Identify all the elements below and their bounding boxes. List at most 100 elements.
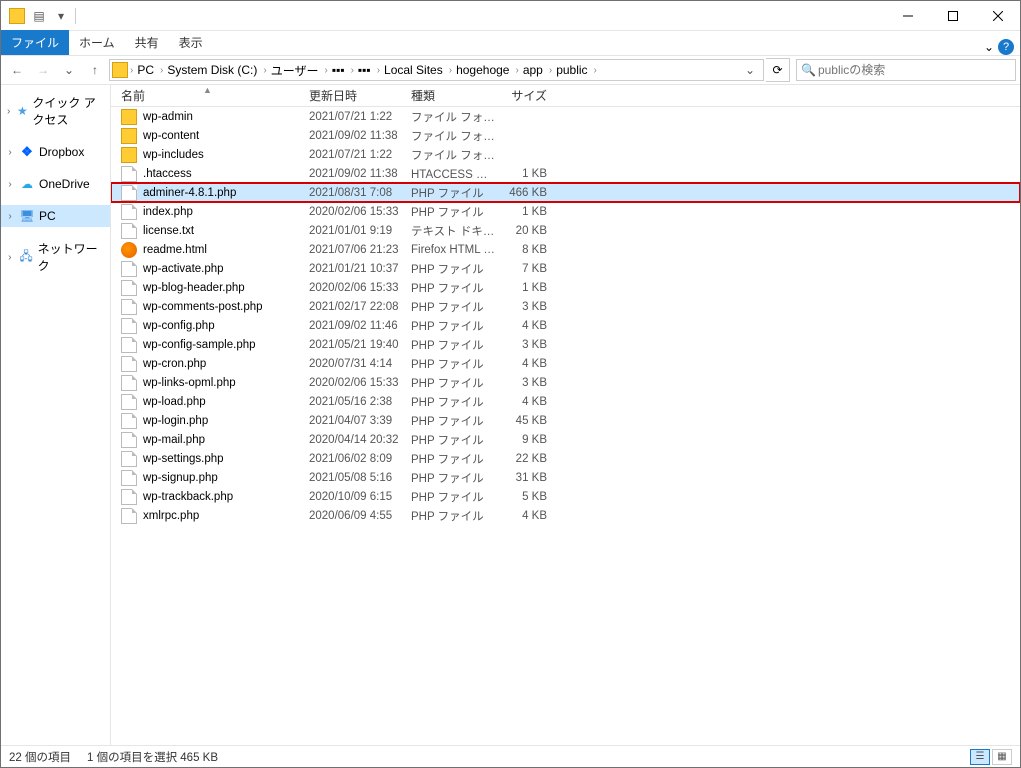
thumbnails-view-button[interactable]: ▦ — [992, 749, 1012, 765]
breadcrumb-segment[interactable]: app — [519, 63, 549, 77]
chevron-right-icon[interactable]: › — [5, 106, 12, 117]
breadcrumb[interactable]: › PC›System Disk (C:)›ユーザー›▪▪▪›▪▪▪›Local… — [109, 59, 764, 81]
tab-share[interactable]: 共有 — [125, 30, 169, 55]
titlebar[interactable]: ▤ ▾ — [1, 1, 1020, 31]
table-row[interactable]: .htaccess2021/09/02 11:38HTACCESS ファイル1 … — [111, 164, 1020, 183]
file-size: 5 KB — [497, 491, 553, 503]
file-date: 2020/02/06 15:33 — [309, 282, 411, 294]
file-type: PHP ファイル — [411, 508, 497, 524]
file-size: 45 KB — [497, 415, 553, 427]
breadcrumb-segment[interactable]: hogehoge — [452, 63, 515, 77]
table-row[interactable]: license.txt2021/01/01 9:19テキスト ドキュメント20 … — [111, 221, 1020, 240]
column-type[interactable]: 種類 — [411, 87, 497, 104]
file-name: wp-blog-header.php — [143, 282, 245, 294]
maximize-button[interactable] — [930, 1, 975, 31]
sidebar-item-dropbox[interactable]: › ❖ Dropbox — [1, 141, 110, 163]
details-view-button[interactable]: ☰ — [970, 749, 990, 765]
breadcrumb-segment[interactable]: PC — [133, 63, 160, 77]
column-size[interactable]: サイズ — [497, 87, 553, 104]
table-row[interactable]: wp-blog-header.php2020/02/06 15:33PHP ファ… — [111, 278, 1020, 297]
table-row[interactable]: wp-mail.php2020/04/14 20:32PHP ファイル9 KB — [111, 430, 1020, 449]
table-row[interactable]: adminer-4.8.1.php2021/08/31 7:08PHP ファイル… — [111, 183, 1020, 202]
statusbar: 22 個の項目 1 個の項目を選択 465 KB ☰ ▦ — [1, 745, 1020, 767]
file-icon — [121, 375, 137, 391]
sidebar-item-pc[interactable]: › 🖥 PC — [1, 205, 110, 227]
back-button[interactable]: ← — [5, 58, 29, 82]
search-box[interactable]: 🔍 — [796, 59, 1016, 81]
file-date: 2020/04/14 20:32 — [309, 434, 411, 446]
sidebar-item-label: OneDrive — [39, 177, 90, 191]
qat-properties-icon[interactable]: ▤ — [31, 8, 47, 24]
table-row[interactable]: wp-config.php2021/09/02 11:46PHP ファイル4 K… — [111, 316, 1020, 335]
table-row[interactable]: wp-links-opml.php2020/02/06 15:33PHP ファイ… — [111, 373, 1020, 392]
breadcrumb-dropdown[interactable]: ⌄ — [739, 63, 761, 77]
sidebar-item-label: クイック アクセス — [32, 94, 106, 128]
table-row[interactable]: xmlrpc.php2020/06/09 4:55PHP ファイル4 KB — [111, 506, 1020, 525]
file-type: PHP ファイル — [411, 261, 497, 277]
forward-button[interactable]: → — [31, 58, 55, 82]
search-input[interactable] — [816, 62, 1011, 78]
breadcrumb-segment[interactable]: public — [552, 63, 593, 77]
refresh-button[interactable]: ⟳ — [766, 58, 790, 82]
folder-icon — [121, 147, 137, 163]
qat-chevron-icon[interactable]: ▾ — [53, 8, 69, 24]
file-name: wp-settings.php — [143, 453, 224, 465]
file-date: 2021/05/21 19:40 — [309, 339, 411, 351]
pc-icon: 🖥 — [19, 208, 35, 224]
table-row[interactable]: wp-activate.php2021/01/21 10:37PHP ファイル7… — [111, 259, 1020, 278]
file-name: wp-content — [143, 130, 199, 142]
table-row[interactable]: wp-load.php2021/05/16 2:38PHP ファイル4 KB — [111, 392, 1020, 411]
file-name: wp-admin — [143, 111, 193, 123]
breadcrumb-segment[interactable]: ユーザー — [267, 62, 325, 79]
column-date[interactable]: 更新日時 — [309, 87, 411, 104]
minimize-button[interactable] — [885, 1, 930, 31]
table-row[interactable]: wp-signup.php2021/05/08 5:16PHP ファイル31 K… — [111, 468, 1020, 487]
chevron-right-icon[interactable]: › — [5, 252, 14, 263]
file-date: 2021/01/01 9:19 — [309, 225, 411, 237]
breadcrumb-segment[interactable]: System Disk (C:) — [163, 63, 263, 77]
help-icon[interactable]: ? — [998, 39, 1014, 55]
tab-file[interactable]: ファイル — [1, 30, 69, 55]
file-size: 1 KB — [497, 206, 553, 218]
table-row[interactable]: index.php2020/02/06 15:33PHP ファイル1 KB — [111, 202, 1020, 221]
file-type: PHP ファイル — [411, 204, 497, 220]
column-name[interactable]: 名前 — [121, 87, 309, 104]
table-row[interactable]: wp-cron.php2020/07/31 4:14PHP ファイル4 KB — [111, 354, 1020, 373]
tab-view[interactable]: 表示 — [169, 30, 213, 55]
file-name: readme.html — [143, 244, 207, 256]
file-size: 3 KB — [497, 339, 553, 351]
chevron-right-icon[interactable]: › — [594, 65, 597, 76]
table-row[interactable]: wp-admin2021/07/21 1:22ファイル フォルダー — [111, 107, 1020, 126]
table-row[interactable]: readme.html2021/07/06 21:23Firefox HTML … — [111, 240, 1020, 259]
table-row[interactable]: wp-config-sample.php2021/05/21 19:40PHP … — [111, 335, 1020, 354]
chevron-right-icon[interactable]: › — [5, 211, 15, 222]
table-row[interactable]: wp-trackback.php2020/10/09 6:15PHP ファイル5… — [111, 487, 1020, 506]
sidebar-item-network[interactable]: › 🖧 ネットワーク — [1, 237, 110, 277]
table-row[interactable]: wp-includes2021/07/21 1:22ファイル フォルダー — [111, 145, 1020, 164]
breadcrumb-segment[interactable]: ▪▪▪ — [354, 63, 377, 77]
sidebar-item-onedrive[interactable]: › ☁ OneDrive — [1, 173, 110, 195]
recent-button[interactable]: ⌄ — [57, 58, 81, 82]
table-row[interactable]: wp-login.php2021/04/07 3:39PHP ファイル45 KB — [111, 411, 1020, 430]
ribbon-expand-icon[interactable]: ⌄ — [984, 40, 994, 54]
file-date: 2021/04/07 3:39 — [309, 415, 411, 427]
sidebar-item-quick-access[interactable]: › ★ クイック アクセス — [1, 91, 110, 131]
file-date: 2021/01/21 10:37 — [309, 263, 411, 275]
breadcrumb-segment[interactable]: Local Sites — [380, 63, 449, 77]
file-date: 2021/08/31 7:08 — [309, 187, 411, 199]
close-button[interactable] — [975, 1, 1020, 31]
file-name: wp-cron.php — [143, 358, 206, 370]
tab-home[interactable]: ホーム — [69, 30, 125, 55]
table-row[interactable]: wp-comments-post.php2021/02/17 22:08PHP … — [111, 297, 1020, 316]
table-row[interactable]: wp-content2021/09/02 11:38ファイル フォルダー — [111, 126, 1020, 145]
chevron-right-icon[interactable]: › — [5, 179, 15, 190]
file-icon — [121, 318, 137, 334]
chevron-right-icon[interactable]: › — [5, 147, 15, 158]
file-type: テキスト ドキュメント — [411, 223, 497, 239]
file-name: wp-mail.php — [143, 434, 205, 446]
file-type: PHP ファイル — [411, 413, 497, 429]
up-button[interactable]: ↑ — [83, 58, 107, 82]
file-type: ファイル フォルダー — [411, 128, 497, 144]
table-row[interactable]: wp-settings.php2021/06/02 8:09PHP ファイル22… — [111, 449, 1020, 468]
breadcrumb-segment[interactable]: ▪▪▪ — [328, 63, 351, 77]
